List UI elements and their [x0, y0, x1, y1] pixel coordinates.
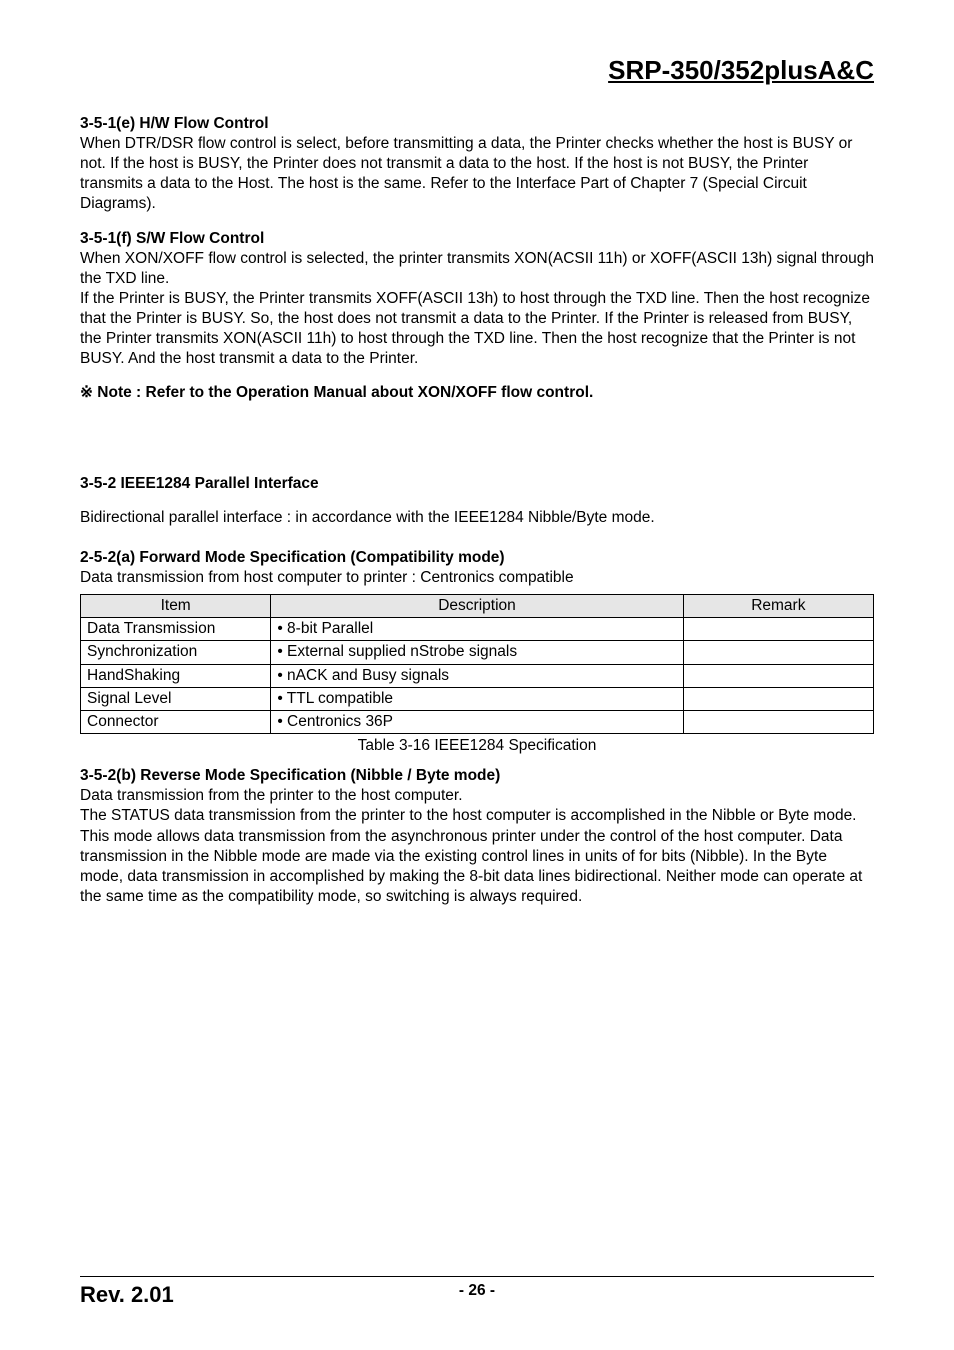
- table-cell-remark: [683, 710, 873, 733]
- table-header-row: Item Description Remark: [81, 595, 874, 618]
- section-3-5-1e-body: When DTR/DSR flow control is select, bef…: [80, 134, 874, 215]
- table-row: Signal Level • TTL compatible: [81, 687, 874, 710]
- ieee1284-spec-table: Item Description Remark Data Transmissio…: [80, 594, 874, 734]
- section-3-5-2b-title: 3-5-2(b) Reverse Mode Specification (Nib…: [80, 766, 874, 786]
- table-cell-desc: • External supplied nStrobe signals: [271, 641, 683, 664]
- table-cell-remark: [683, 664, 873, 687]
- section-3-5-2b-body1: Data transmission from the printer to th…: [80, 786, 874, 806]
- section-3-5-2b-body2: The STATUS data transmission from the pr…: [80, 806, 874, 907]
- table-cell-desc: • 8-bit Parallel: [271, 618, 683, 641]
- section-3-5-1f-body2: If the Printer is BUSY, the Printer tran…: [80, 289, 874, 370]
- note-xon-xoff: ※ Note : Refer to the Operation Manual a…: [80, 383, 874, 403]
- table-cell-item: Data Transmission: [81, 618, 271, 641]
- table-row: Connector • Centronics 36P: [81, 710, 874, 733]
- section-3-5-1e-title: 3-5-1(e) H/W Flow Control: [80, 114, 874, 134]
- table-caption: Table 3-16 IEEE1284 Specification: [80, 736, 874, 756]
- table-cell-remark: [683, 618, 873, 641]
- table-row: Data Transmission • 8-bit Parallel: [81, 618, 874, 641]
- table-header-description: Description: [271, 595, 683, 618]
- table-header-remark: Remark: [683, 595, 873, 618]
- table-cell-item: Signal Level: [81, 687, 271, 710]
- table-cell-item: Connector: [81, 710, 271, 733]
- table-row: HandShaking • nACK and Busy signals: [81, 664, 874, 687]
- page-footer: Rev. 2.01 - 26 -: [80, 1276, 874, 1310]
- section-2-5-2a-body: Data transmission from host computer to …: [80, 568, 874, 588]
- table-header-item: Item: [81, 595, 271, 618]
- document-header-title: SRP-350/352plusA&C: [80, 54, 874, 88]
- table-cell-remark: [683, 687, 873, 710]
- table-cell-desc: • TTL compatible: [271, 687, 683, 710]
- section-3-5-2-title: 3-5-2 IEEE1284 Parallel Interface: [80, 474, 874, 494]
- table-cell-item: HandShaking: [81, 664, 271, 687]
- section-3-5-1f-title: 3-5-1(f) S/W Flow Control: [80, 229, 874, 249]
- section-2-5-2a-title: 2-5-2(a) Forward Mode Specification (Com…: [80, 548, 874, 568]
- table-cell-item: Synchronization: [81, 641, 271, 664]
- page-number: - 26 -: [80, 1281, 874, 1301]
- section-3-5-2-body: Bidirectional parallel interface : in ac…: [80, 508, 874, 528]
- table-cell-desc: • nACK and Busy signals: [271, 664, 683, 687]
- table-row: Synchronization • External supplied nStr…: [81, 641, 874, 664]
- section-3-5-1f-body1: When XON/XOFF flow control is selected, …: [80, 249, 874, 289]
- table-cell-remark: [683, 641, 873, 664]
- table-cell-desc: • Centronics 36P: [271, 710, 683, 733]
